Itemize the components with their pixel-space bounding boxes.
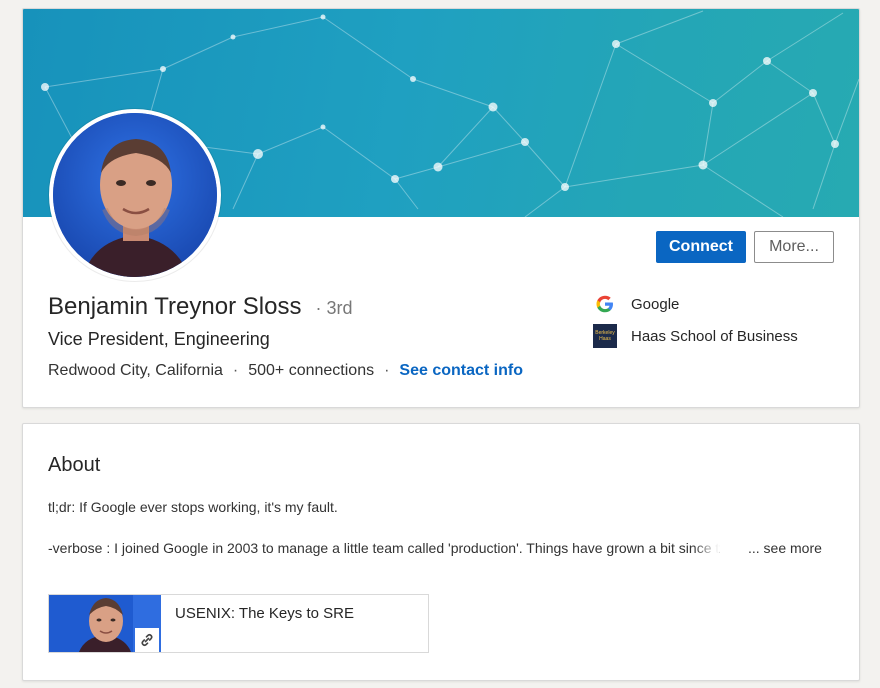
name-row: Benjamin Treynor Sloss · 3rd — [48, 293, 352, 321]
profile-name: Benjamin Treynor Sloss — [48, 293, 302, 320]
connections-count[interactable]: 500+ connections — [248, 362, 374, 380]
see-more-link[interactable]: ... see more — [748, 540, 822, 556]
link-icon — [135, 628, 159, 652]
about-card: About tl;dr: If Google ever stops workin… — [22, 423, 860, 681]
about-tldr: tl;dr: If Google ever stops working, it'… — [48, 499, 338, 515]
media-attachment[interactable]: USENIX: The Keys to SRE — [48, 594, 429, 653]
org-haas[interactable]: Berkeley Haas Haas School of Business — [593, 324, 798, 348]
org-google-label: Google — [631, 295, 680, 313]
haas-logo-icon: Berkeley Haas — [593, 324, 617, 348]
separator-dot: · — [232, 362, 239, 379]
org-google[interactable]: Google — [593, 292, 679, 316]
org-haas-label: Haas School of Business — [631, 327, 798, 345]
about-heading: About — [48, 454, 101, 476]
google-logo-icon — [593, 292, 617, 316]
connect-button[interactable]: Connect — [656, 231, 746, 263]
media-title: USENIX: The Keys to SRE — [175, 605, 354, 622]
avatar-portrait — [53, 113, 217, 277]
profile-meta: Redwood City, California · 500+ connecti… — [48, 362, 523, 380]
more-button[interactable]: More... — [754, 231, 834, 263]
about-verbose: -verbose : I joined Google in 2003 to ma… — [48, 540, 720, 557]
profile-location: Redwood City, California — [48, 362, 223, 379]
profile-headline: Vice President, Engineering — [48, 329, 270, 349]
profile-avatar[interactable] — [49, 109, 221, 281]
separator-dot: · — [384, 362, 390, 379]
profile-card: Connect More... Benjamin Treynor Sloss ·… — [22, 8, 860, 408]
connection-degree: · 3rd — [315, 298, 353, 318]
contact-info-link[interactable]: See contact info — [399, 362, 523, 380]
